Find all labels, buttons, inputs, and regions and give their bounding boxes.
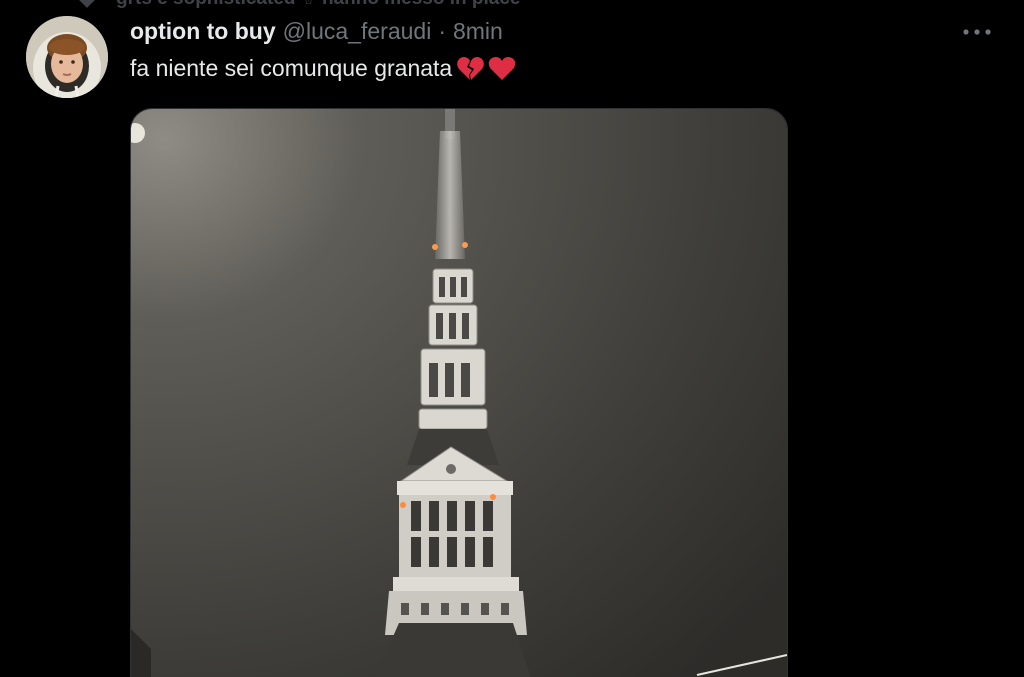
previous-tweet-text: grts e sophisticated ✌ hanno messo in pl… bbox=[116, 0, 520, 10]
thread-connector-icon bbox=[77, 0, 97, 8]
user-handle[interactable]: @luca_feraudi bbox=[283, 18, 432, 45]
previous-tweet-fragment: grts e sophisticated ✌ hanno messo in pl… bbox=[77, 0, 520, 10]
tweet-card[interactable]: grts e sophisticated ✌ hanno messo in pl… bbox=[0, 0, 1024, 677]
more-options-button[interactable] bbox=[960, 20, 994, 44]
tweet-body: fa niente sei comunque granata bbox=[130, 55, 516, 82]
more-horizontal-icon bbox=[963, 29, 991, 35]
broken-heart-icon bbox=[457, 56, 485, 80]
timestamp[interactable]: 8min bbox=[453, 18, 503, 45]
tweet-photo[interactable] bbox=[130, 108, 788, 677]
avatar-image bbox=[26, 16, 108, 98]
red-heart-icon bbox=[488, 56, 516, 80]
tweet-text: fa niente sei comunque granata bbox=[130, 55, 453, 81]
photo-tower-spire bbox=[131, 109, 787, 677]
display-name[interactable]: option to buy bbox=[130, 18, 276, 45]
tweet-header: option to buy @luca_feraudi · 8min bbox=[130, 18, 503, 48]
avatar[interactable] bbox=[26, 16, 108, 98]
separator-dot: · bbox=[438, 18, 446, 44]
